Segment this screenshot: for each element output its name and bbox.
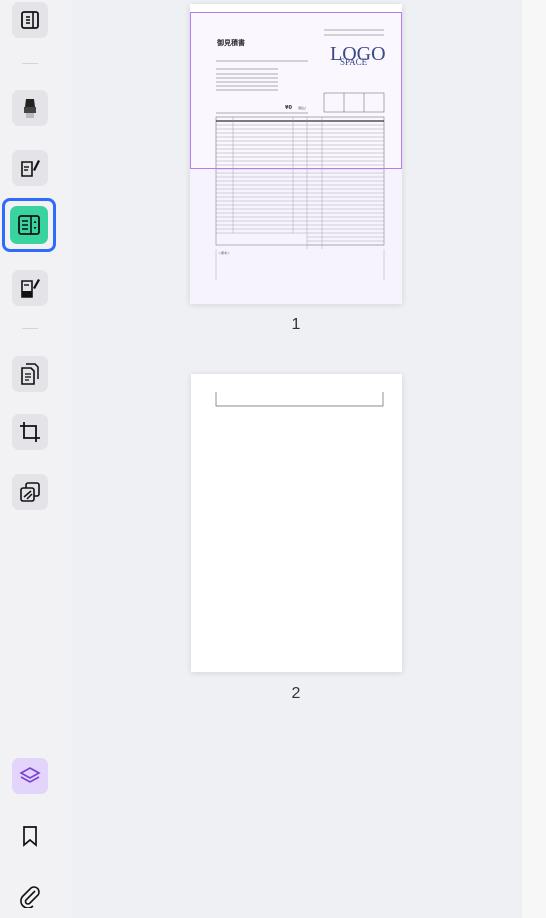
edit-document-icon — [21, 160, 40, 177]
crop-button[interactable] — [10, 412, 50, 452]
highlighter-icon — [24, 99, 36, 118]
layers-icon — [19, 767, 41, 783]
attachments-button[interactable] — [10, 876, 50, 916]
convert-button[interactable] — [10, 354, 50, 394]
read-mode-button[interactable] — [10, 0, 50, 40]
page-number-label: 1 — [291, 316, 301, 333]
highlight-button[interactable] — [10, 88, 50, 128]
scrollbar[interactable] — [522, 0, 546, 918]
bookmark-icon — [23, 826, 37, 847]
bookmarks-button[interactable] — [10, 816, 50, 856]
watermark-button[interactable] — [10, 472, 50, 512]
fill-sign-button[interactable] — [10, 268, 50, 308]
fill-sign-icon — [21, 279, 40, 298]
rail-divider — [22, 328, 38, 329]
tool-rail — [0, 0, 62, 918]
page-number-label: 2 — [291, 685, 301, 702]
layers-slash-icon — [20, 482, 40, 502]
page-thumbnail[interactable] — [191, 374, 402, 672]
visible-area-indicator[interactable] — [190, 12, 402, 169]
edit-text-button[interactable] — [10, 148, 50, 188]
rail-divider — [22, 63, 38, 64]
crop-icon — [20, 422, 40, 442]
copy-pages-icon — [21, 363, 39, 385]
organize-pages-button[interactable] — [2, 198, 56, 252]
book-icon — [21, 11, 39, 29]
page-tint — [190, 169, 402, 304]
layers-button[interactable] — [10, 756, 50, 796]
page-panel-icon — [18, 215, 40, 235]
page-content-preview — [215, 392, 384, 407]
paperclip-icon — [20, 886, 40, 908]
